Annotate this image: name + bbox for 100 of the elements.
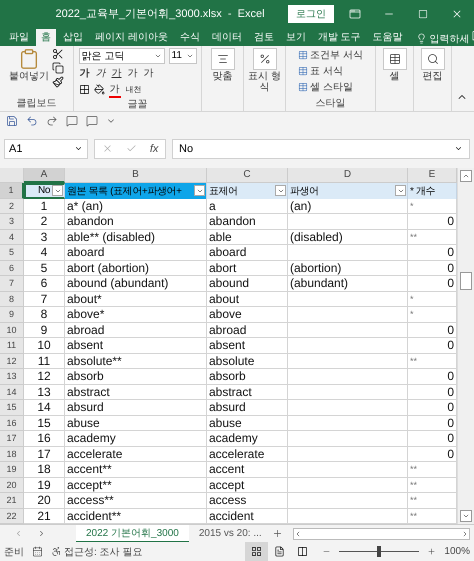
row-header[interactable]: 3 bbox=[0, 214, 24, 230]
ribbon-tab[interactable]: 삽입 bbox=[58, 28, 88, 46]
row-header[interactable]: 4 bbox=[0, 230, 24, 245]
zoom-level: 100% bbox=[444, 546, 470, 557]
table-cell: a bbox=[207, 198, 288, 214]
header-cell[interactable]: 원본 목록 (표제어+파생어+ bbox=[65, 182, 207, 198]
table-cell: above bbox=[207, 307, 288, 322]
table-cell: academy bbox=[207, 431, 288, 446]
header-cell[interactable]: 표제어 bbox=[207, 182, 288, 198]
row-header[interactable]: 2 bbox=[0, 198, 24, 214]
font-style-button[interactable]: 가 bbox=[78, 66, 90, 80]
column-header[interactable]: B bbox=[65, 168, 207, 182]
table-cell: aboard bbox=[207, 245, 288, 260]
font-size-field[interactable]: 11 bbox=[168, 48, 196, 64]
row-header[interactable]: 7 bbox=[0, 276, 24, 292]
shrink-font-button[interactable]: 가 bbox=[142, 66, 154, 80]
column-header[interactable]: C bbox=[207, 168, 288, 182]
ribbon-tab[interactable]: 도움말 bbox=[368, 28, 408, 46]
row-header[interactable]: 1 bbox=[0, 182, 24, 198]
row-header[interactable]: 11 bbox=[0, 338, 24, 354]
name-box[interactable]: A1 bbox=[4, 138, 88, 159]
row-header[interactable]: 13 bbox=[0, 369, 24, 384]
font-name-field[interactable]: 맑은 고딕 bbox=[78, 48, 164, 64]
row-header[interactable]: 14 bbox=[0, 384, 24, 400]
ribbon-tab[interactable]: 수식 bbox=[174, 28, 205, 46]
style-button[interactable]: 조건부 서식 bbox=[298, 48, 363, 62]
table-cell: a* (an) bbox=[65, 198, 207, 214]
row-header[interactable]: 16 bbox=[0, 416, 24, 431]
sheet-tab[interactable]: 2015 vs 20: ... bbox=[188, 524, 272, 542]
ribbon-tab[interactable]: 개발 도구 bbox=[312, 28, 366, 46]
ribbon-tab[interactable]: 데이터 bbox=[206, 28, 247, 46]
table-cell: accent bbox=[207, 462, 288, 478]
table-cell: about bbox=[207, 292, 288, 307]
table-cell: (abundant) bbox=[288, 276, 408, 292]
font-style-button[interactable]: 가 bbox=[94, 66, 106, 80]
table-cell: absent bbox=[65, 338, 207, 354]
table-cell: abort bbox=[207, 260, 288, 276]
row-header[interactable]: 8 bbox=[0, 292, 24, 307]
accessibility-status[interactable]: 접근성: 조사 필요 bbox=[64, 544, 142, 558]
table-cell: abstract bbox=[207, 384, 288, 400]
table-cell: accelerate bbox=[207, 446, 288, 462]
table-cell: accent** bbox=[65, 462, 207, 478]
row-header[interactable]: 9 bbox=[0, 307, 24, 322]
table-cell: above* bbox=[65, 307, 207, 322]
header-cell[interactable]: 파생어 bbox=[288, 182, 408, 198]
column-header[interactable]: A bbox=[24, 168, 65, 182]
tell-me-field[interactable]: 입력하세 bbox=[430, 32, 470, 46]
column-header[interactable]: D bbox=[288, 168, 408, 182]
font-color-button[interactable]: 가 bbox=[108, 82, 120, 98]
table-cell: 7 bbox=[24, 292, 65, 307]
function-label[interactable]: fx bbox=[150, 142, 158, 155]
header-cell[interactable]: * 개수 bbox=[408, 182, 457, 198]
table-cell: absorb bbox=[65, 369, 207, 384]
table-cell: 6 bbox=[24, 276, 65, 292]
table-cell: abroad bbox=[65, 322, 207, 338]
number-format-button[interactable]: 표시 형식 bbox=[248, 48, 281, 93]
row-header[interactable]: 5 bbox=[0, 245, 24, 260]
row-header[interactable]: 15 bbox=[0, 400, 24, 416]
table-cell: absurd bbox=[207, 400, 288, 416]
font-style-button[interactable]: 가 bbox=[110, 66, 122, 80]
table-cell: 14 bbox=[24, 400, 65, 416]
ribbon-tab[interactable]: 검토 bbox=[248, 28, 279, 46]
row-header[interactable]: 10 bbox=[0, 322, 24, 338]
table-cell: abuse bbox=[207, 416, 288, 431]
table-cell: 19 bbox=[24, 478, 65, 493]
row-header[interactable]: 19 bbox=[0, 462, 24, 478]
table-cell: abstract bbox=[65, 384, 207, 400]
table-cell: 2 bbox=[24, 214, 65, 230]
formula-field[interactable]: No bbox=[172, 138, 470, 159]
row-header[interactable]: 21 bbox=[0, 493, 24, 508]
table-cell: 1 bbox=[24, 198, 65, 214]
column-header[interactable]: E bbox=[408, 168, 457, 182]
window-title: 2022_교육부_기본어휘_3000.xlsx - Excel bbox=[54, 7, 266, 22]
ribbon-tab[interactable]: 홈 bbox=[36, 28, 56, 46]
table-cell: absent bbox=[207, 338, 288, 354]
phonetic-button[interactable]: 내천 bbox=[124, 84, 142, 96]
login-button[interactable]: 로그인 bbox=[288, 4, 334, 23]
grow-font-button[interactable]: 가 bbox=[126, 66, 138, 80]
table-cell: 3 bbox=[24, 230, 65, 245]
table-cell: accept** bbox=[65, 478, 207, 493]
header-cell[interactable]: No bbox=[24, 182, 65, 198]
row-header[interactable]: 22 bbox=[0, 508, 24, 524]
table-cell: abroad bbox=[207, 322, 288, 338]
ribbon-tab[interactable]: 파일 bbox=[4, 28, 34, 46]
paste-button[interactable]: 붙여넣기 bbox=[9, 48, 49, 82]
style-button[interactable]: 셀 스타일 bbox=[298, 80, 363, 94]
row-header[interactable]: 12 bbox=[0, 354, 24, 369]
row-header[interactable]: 17 bbox=[0, 431, 24, 446]
table-cell: 8 bbox=[24, 307, 65, 322]
row-header[interactable]: 18 bbox=[0, 446, 24, 462]
ribbon-tab[interactable]: 페이지 레이아웃 bbox=[90, 28, 173, 46]
table-cell: 12 bbox=[24, 369, 65, 384]
ribbon-tab[interactable]: 보기 bbox=[280, 28, 311, 46]
row-header[interactable]: 20 bbox=[0, 478, 24, 493]
table-cell: abandon bbox=[207, 214, 288, 230]
row-header[interactable]: 6 bbox=[0, 260, 24, 276]
style-button[interactable]: 표 서식 bbox=[298, 64, 363, 78]
sheet-tab[interactable]: 2022 기본어휘_3000 bbox=[76, 524, 189, 542]
table-cell: absolute bbox=[207, 354, 288, 369]
group-label: 글꼴 bbox=[126, 98, 148, 112]
